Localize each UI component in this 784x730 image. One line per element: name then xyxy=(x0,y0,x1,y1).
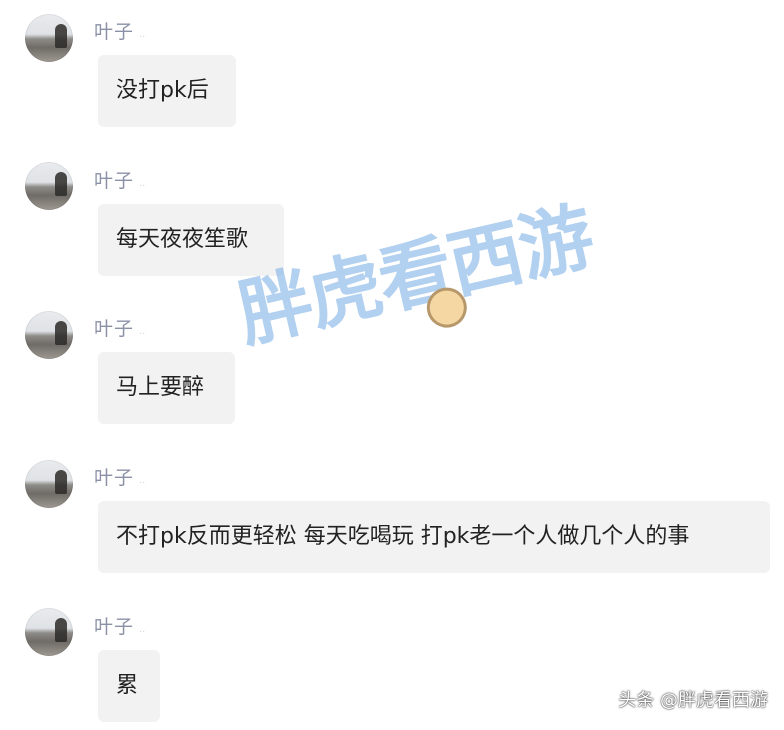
avatar[interactable] xyxy=(25,460,73,508)
name-suffix-dots: .. xyxy=(139,475,146,486)
sender-name: 叶子 xyxy=(94,21,135,43)
name-suffix-dots: .. xyxy=(139,178,146,189)
sender-name: 叶子 xyxy=(94,467,135,489)
sender-name: 叶子 xyxy=(94,170,135,192)
message-bubble[interactable]: 每天夜夜笙歌 xyxy=(98,204,284,276)
source-attribution: 头条 @胖虎看西游 xyxy=(618,690,768,711)
message-bubble[interactable]: 不打pk反而更轻松 每天吃喝玩 打pk老一个人做几个人的事 xyxy=(98,501,770,573)
avatar[interactable] xyxy=(25,162,73,210)
avatar[interactable] xyxy=(25,14,73,62)
name-suffix-dots: .. xyxy=(139,326,146,337)
watermark-text: 胖虎看西游 xyxy=(229,193,600,359)
message-bubble[interactable]: 没打pk后 xyxy=(98,55,236,127)
watermark-logo: 胖虎看西游 xyxy=(226,168,649,404)
avatar[interactable] xyxy=(25,311,73,359)
name-suffix-dots: .. xyxy=(139,624,146,635)
message-bubble[interactable]: 累 xyxy=(98,650,160,722)
avatar[interactable] xyxy=(25,608,73,656)
message-bubble[interactable]: 马上要醉 xyxy=(98,352,235,424)
cartoon-face-icon xyxy=(422,283,471,332)
sender-name: 叶子 xyxy=(94,318,135,340)
name-suffix-dots: .. xyxy=(139,29,146,40)
sender-name: 叶子 xyxy=(94,616,135,638)
